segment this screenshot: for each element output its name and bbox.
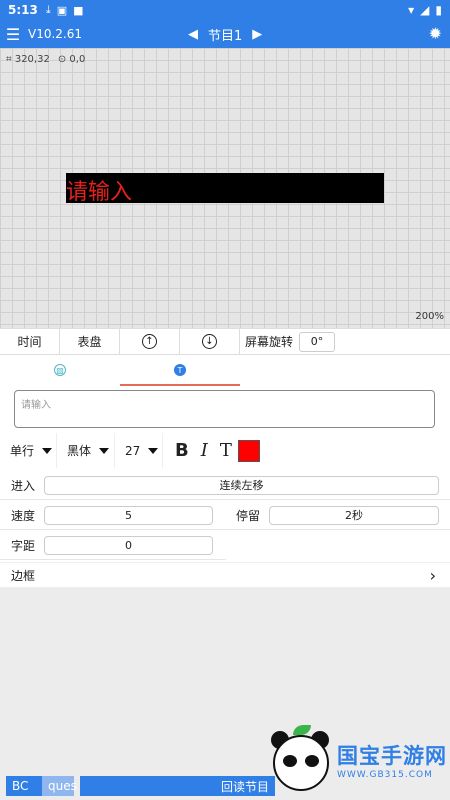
text-color-swatch[interactable] — [237, 439, 260, 462]
enter-effect-select[interactable]: 连续左移 — [44, 475, 439, 495]
battery-icon: ▮ — [435, 3, 442, 17]
font-row: 单行 黑体 27 B I T — [0, 433, 450, 468]
watermark-title: 国宝手游网 — [337, 744, 447, 768]
enter-row: 进入 连续左移 — [0, 471, 450, 499]
time-label: 时间 — [17, 335, 42, 349]
spacing-row: 字距 0 — [0, 531, 450, 559]
readback-program-button[interactable]: 回读节目 — [80, 776, 275, 796]
speed-field[interactable]: 5 — [44, 505, 213, 525]
canvas-coords: ⌗ 320,32 ⊙ 0,0 — [6, 54, 85, 65]
download-icon: ⤓ — [45, 3, 51, 16]
menu-icon[interactable]: ☰ — [0, 25, 26, 44]
arrow-up-icon: ↑ — [142, 334, 157, 349]
divider — [0, 499, 450, 500]
program-title: 节目1 — [208, 28, 243, 44]
location-icon: ⊙ — [57, 54, 67, 65]
tab-text-icon[interactable]: T — [174, 364, 186, 376]
led-text: 请输入 — [66, 180, 133, 205]
zoom-level: 200% — [415, 311, 444, 322]
move-down-button[interactable]: ↓ — [180, 328, 240, 355]
line-mode-value: 单行 — [10, 444, 35, 458]
divider — [0, 559, 226, 560]
canvas-size: 320,32 — [14, 54, 50, 65]
chevron-down-icon — [42, 447, 53, 454]
divider — [0, 529, 450, 530]
bold-button[interactable]: B — [175, 440, 189, 461]
prev-program-icon[interactable]: ◀ — [188, 27, 198, 42]
signal-icon: ◢ — [420, 3, 430, 17]
border-label: 边框 — [11, 568, 36, 583]
app-version: V10.2.61 — [28, 27, 83, 41]
next-program-icon[interactable]: ▶ — [252, 27, 262, 42]
rotate-value[interactable]: 0° — [299, 331, 336, 352]
tab-image-icon[interactable]: ▧ — [54, 364, 66, 376]
app-icon: ■ — [73, 3, 84, 17]
rotate-label: 屏幕旋转 — [245, 335, 294, 349]
spacing-label: 字距 — [11, 538, 36, 553]
italic-button[interactable]: I — [201, 440, 208, 461]
wifi-icon: ▾ — [408, 3, 415, 17]
text-style-button[interactable]: T — [220, 440, 232, 461]
dial-button[interactable]: 表盘 — [60, 328, 120, 355]
border-row[interactable]: 边框 › — [0, 562, 450, 588]
size-icon: ⌗ — [6, 54, 12, 65]
led-text-area[interactable]: 请输入 — [66, 173, 384, 205]
arrow-down-icon: ↓ — [202, 334, 217, 349]
chevron-right-icon: › — [429, 565, 436, 585]
bottom-bar: BC ques 回读节目 — [6, 776, 444, 796]
edit-toolbar: 时间 表盘 ↑ ↓ 屏幕旋转 0° — [0, 328, 450, 355]
settings-gear-icon[interactable]: ✹ — [429, 24, 442, 43]
enter-label: 进入 — [11, 478, 36, 493]
dial-label: 表盘 — [77, 335, 102, 349]
move-up-button[interactable]: ↑ — [120, 328, 180, 355]
time-button[interactable]: 时间 — [0, 328, 60, 355]
font-family-value: 黑体 — [67, 444, 92, 458]
bottom-mid-button[interactable]: ques — [42, 776, 77, 796]
font-size-select[interactable]: 27 — [115, 433, 163, 468]
status-bar: 5:13 ⤓ ▣ ■ ▾ ◢ ▮ — [0, 0, 450, 20]
speed-label: 速度 — [11, 508, 36, 523]
line-mode-select[interactable]: 单行 — [0, 433, 57, 468]
chevron-down-icon — [99, 447, 110, 454]
stay-label: 停留 — [236, 508, 261, 523]
canvas-position: 0,0 — [69, 54, 86, 65]
chevron-down-icon — [148, 447, 159, 454]
spacing-field[interactable]: 0 — [44, 535, 213, 555]
active-tab-indicator — [120, 384, 240, 386]
font-size-value: 27 — [125, 443, 141, 458]
font-family-select[interactable]: 黑体 — [57, 433, 115, 468]
bottom-left-button[interactable]: BC — [6, 776, 42, 796]
text-input[interactable]: 请输入 — [14, 390, 435, 428]
notification-icon: ▣ — [56, 3, 68, 17]
app-bar: ☰ V10.2.61 ◀ 节目1 ▶ ✹ — [0, 20, 450, 48]
stay-field[interactable]: 2秒 — [269, 505, 439, 525]
status-time: 5:13 — [8, 3, 38, 17]
editor-tabs: ▧ T — [0, 358, 450, 386]
speed-row: 速度 5 停留 2秒 — [0, 501, 450, 529]
